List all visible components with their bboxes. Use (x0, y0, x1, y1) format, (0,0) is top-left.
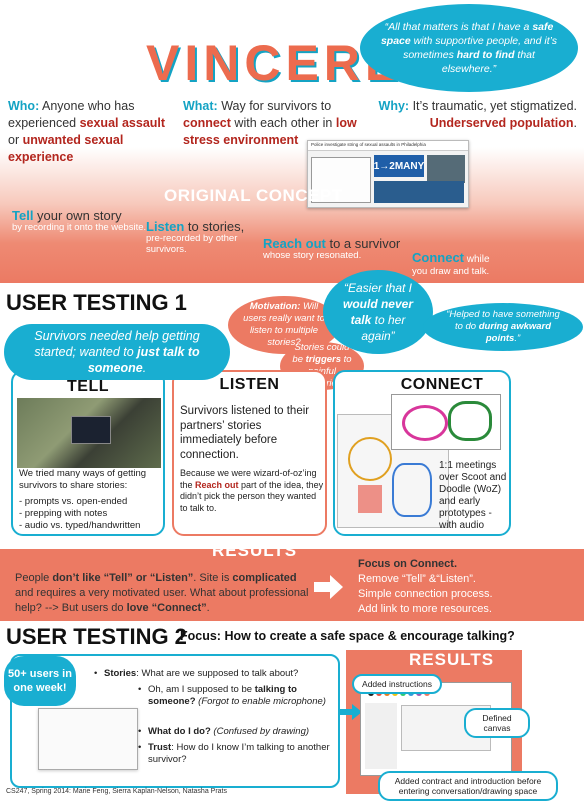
tell-body: We tried many ways of getting survivors … (19, 468, 147, 531)
original-concept-heading: ORIGINAL CONCEPT (164, 186, 343, 205)
connect-body: 1:1 meetings over Scoot and Doodle (WoZ)… (439, 460, 507, 531)
user-testing-2-focus: Focus: How to create a safe space & enco… (180, 629, 515, 643)
website-logo: 1→2MANY (374, 155, 424, 177)
user-testing-1-heading: USER TESTING 1 (6, 290, 187, 315)
website-text-block (374, 181, 464, 203)
added-instructions-tag: Added instructions (352, 674, 442, 694)
arrow-right-icon (340, 704, 362, 720)
website-headline: Police investigate string of sexual assa… (308, 141, 468, 151)
user-testing-2-heading: USER TESTING 2 (6, 624, 187, 649)
users-count-bubble: 50+ users in one week! (4, 656, 76, 706)
arrow-right-icon (314, 575, 343, 599)
results-1-findings: People don’t like “Tell” or “Listen”. Si… (15, 572, 309, 614)
instructions-panel (365, 703, 397, 769)
results-1-actions: Focus on Connect. Remove “Tell” &“Listen… (358, 558, 493, 615)
issue-trust: • Trust: How do I know I’m talking to ano… (138, 742, 330, 765)
connect-title: CONNECT (400, 376, 484, 393)
concept-listen: Listen to stories, pre-recorded by other… (146, 219, 245, 255)
tell-title: TELL (67, 378, 109, 395)
issue-what-do-i-do: • What do I do? (Confused by drawing) (138, 726, 310, 737)
concept-connect: Connect while you draw and talk. (412, 250, 490, 277)
quote-helped: “Helped to have something to do during a… (423, 303, 583, 351)
quote-never-talk: “Easier that I would never talk to her a… (323, 270, 433, 354)
results-1-heading: RESULTS (212, 541, 298, 560)
listen-card: LISTEN Survivors listened to their partn… (172, 370, 327, 536)
website-photo (427, 155, 465, 183)
defined-canvas-tag: Defined canvas (464, 708, 530, 738)
listen-note: Because we were wizard-of-oz’ing the Rea… (180, 468, 324, 513)
connect-card: CONNECT 1:1 meetings over Scoot and Dood… (333, 370, 511, 536)
quote-bubble-top: “All that matters is that I have a safe … (360, 4, 578, 92)
needed-help-bubble: Survivors needed help getting started; w… (4, 324, 230, 380)
concept-tell: Tell your own story by recording it onto… (12, 208, 147, 233)
tell-card: TELL We tried many ways of getting survi… (11, 370, 165, 536)
tell-photo (17, 398, 161, 468)
issue-talking: • Oh, am I supposed to be talking to some… (138, 684, 326, 707)
listen-main-text: Survivors listened to their partners’ st… (180, 405, 310, 461)
connect-doodle-image (391, 394, 501, 450)
results-2-heading: RESULTS (409, 650, 495, 669)
issue-stories: • Stories: What are we supposed to talk a… (94, 668, 299, 679)
who-column: Who: Anyone who has experienced sexual a… (8, 99, 166, 164)
footer-credits: CS247, Spring 2014: Marie Feng, Sierra K… (6, 788, 228, 795)
added-contract-tag: Added contract and introduction before e… (378, 771, 558, 801)
why-column: Why: It’s traumatic, yet stigmatized. Un… (378, 99, 577, 130)
prototype-screenshot (38, 708, 138, 770)
